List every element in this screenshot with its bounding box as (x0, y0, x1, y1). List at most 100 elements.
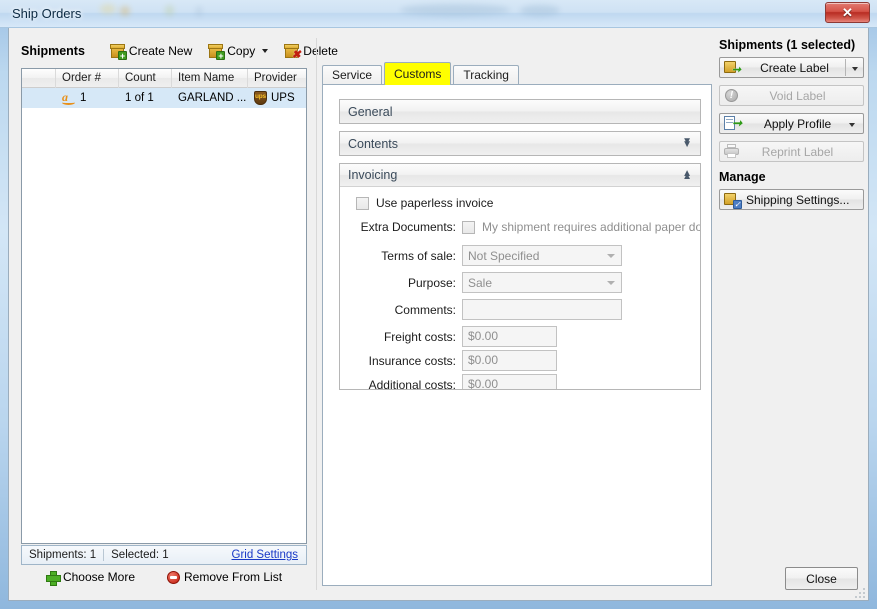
extra-documents-row[interactable]: Extra Documents: My shipment requires ad… (340, 220, 700, 234)
grid-status-bar: Shipments: 1 Selected: 1 Grid Settings (21, 545, 307, 565)
choose-more-button[interactable]: Choose More (41, 568, 140, 586)
glass-reflection (120, 6, 130, 16)
ship-orders-window: Ship Orders ✕ Shipments + Create New + C… (0, 0, 877, 609)
create-label-icon: ➞ (724, 60, 740, 75)
split-divider (845, 59, 846, 76)
chevron-down-icon (607, 281, 615, 285)
ups-icon: ups (254, 91, 267, 105)
shipments-toolbar: Shipments + Create New + Copy ✖ Delete (21, 40, 343, 62)
table-row[interactable]: a 1 1 of 1 GARLAND ... ups UPS (22, 88, 306, 108)
extra-documents-checkbox[interactable] (462, 221, 475, 234)
box-delete-icon: ✖ (284, 44, 299, 58)
tab-service[interactable]: Service (322, 65, 382, 85)
remove-circle-icon (167, 571, 180, 584)
grid-header-spacer (22, 69, 56, 88)
shipments-section-header: Shipments (1 selected) (719, 38, 864, 52)
shipments-count: Shipments: 1 (22, 549, 103, 561)
grid-column-provider[interactable]: Provider (248, 69, 306, 88)
paperless-invoice-checkbox[interactable] (356, 197, 369, 210)
plus-icon (46, 571, 59, 584)
tab-tracking-label: Tracking (463, 68, 509, 82)
apply-profile-button[interactable]: ➞ Apply Profile (719, 113, 864, 134)
grid-action-bar: Choose More Remove From List (21, 568, 307, 586)
void-label-button[interactable]: ! Void Label (719, 85, 864, 106)
terms-of-sale-value: Not Specified (468, 249, 539, 263)
glass-reflection (196, 6, 202, 17)
glass-reflection (520, 5, 560, 16)
comments-row: Comments: (340, 299, 622, 320)
tab-tracking[interactable]: Tracking (453, 65, 519, 85)
section-invoicing[interactable]: Invoicing ▲▲ Use paperless invoice Extra… (339, 163, 701, 390)
create-label-button[interactable]: ➞ Create Label (719, 57, 864, 78)
freight-costs-input[interactable]: $0.00 (462, 326, 557, 347)
additional-costs-input[interactable]: $0.00 (462, 374, 557, 389)
box-copy-icon: + (208, 44, 223, 58)
purpose-row: Purpose: Sale (340, 272, 622, 293)
section-general[interactable]: General (339, 99, 701, 124)
void-label-icon: ! (724, 88, 740, 103)
tab-service-label: Service (332, 68, 372, 82)
apply-profile-text: Apply Profile (740, 117, 863, 131)
customs-tab-page: General Contents ▼▼ Invoicing ▲▲ (322, 84, 712, 586)
section-general-header[interactable]: General (340, 100, 700, 123)
cell-provider: UPS (271, 88, 295, 108)
selected-count: Selected: 1 (104, 549, 176, 561)
shipping-settings-button[interactable]: ✓ Shipping Settings... (719, 189, 864, 210)
right-action-panel: Shipments (1 selected) ➞ Create Label ! … (719, 38, 864, 217)
grid-column-item-name[interactable]: Item Name (172, 69, 248, 88)
choose-more-label: Choose More (63, 570, 135, 584)
reprint-label-button[interactable]: Reprint Label (719, 141, 864, 162)
freight-costs-row: Freight costs: $0.00 (340, 326, 557, 347)
terms-of-sale-select[interactable]: Not Specified (462, 245, 622, 266)
section-contents-header[interactable]: Contents ▼▼ (340, 132, 700, 155)
shipping-settings-icon: ✓ (724, 192, 740, 207)
section-contents[interactable]: Contents ▼▼ (339, 131, 701, 156)
comments-label: Comments: (340, 303, 456, 317)
purpose-select[interactable]: Sale (462, 272, 622, 293)
tab-strip: Service Customs Tracking (322, 63, 521, 85)
create-new-button[interactable]: + Create New (105, 42, 197, 60)
manage-section-header: Manage (719, 170, 864, 184)
terms-of-sale-label: Terms of sale: (340, 249, 456, 263)
title-bar: Ship Orders ✕ (0, 0, 877, 28)
grid-column-count[interactable]: Count (119, 69, 172, 88)
insurance-costs-input[interactable]: $0.00 (462, 350, 557, 371)
grid-column-order[interactable]: Order # (56, 69, 119, 88)
create-new-label: Create New (129, 44, 192, 58)
tab-customs[interactable]: Customs (384, 62, 451, 85)
insurance-costs-row: Insurance costs: $0.00 (340, 350, 557, 371)
chevron-double-down-icon[interactable]: ▼▼ (682, 139, 692, 148)
paperless-invoice-row[interactable]: Use paperless invoice (356, 196, 493, 210)
shipments-grid[interactable]: Order # Count Item Name Provider a 1 1 o… (21, 68, 307, 544)
grid-header-row: Order # Count Item Name Provider (22, 69, 306, 88)
delete-label: Delete (303, 44, 338, 58)
apply-profile-icon: ➞ (724, 116, 740, 131)
section-invoicing-label: Invoicing (348, 168, 397, 182)
grid-settings-link[interactable]: Grid Settings (232, 549, 298, 561)
client-area: Shipments + Create New + Copy ✖ Delete (8, 28, 869, 601)
amazon-icon: a (62, 92, 76, 105)
copy-button[interactable]: + Copy (203, 42, 273, 60)
copy-label: Copy (227, 44, 255, 58)
chevron-down-icon[interactable] (849, 123, 855, 127)
remove-from-list-button[interactable]: Remove From List (162, 568, 287, 586)
section-invoicing-header[interactable]: Invoicing ▲▲ (340, 164, 700, 187)
terms-of-sale-row: Terms of sale: Not Specified (340, 245, 622, 266)
delete-button[interactable]: ✖ Delete (279, 42, 343, 60)
chevron-double-up-icon[interactable]: ▲▲ (682, 171, 692, 180)
pane-divider (316, 38, 317, 590)
chevron-down-icon[interactable] (262, 49, 268, 53)
close-button-label: Close (806, 572, 837, 586)
close-x-icon: ✕ (826, 3, 869, 22)
void-label-text: Void Label (740, 89, 863, 103)
window-close-button[interactable]: ✕ (825, 2, 870, 23)
cell-count: 1 of 1 (119, 88, 172, 108)
glass-reflection (400, 4, 510, 16)
resize-grip[interactable] (853, 586, 865, 598)
chevron-down-icon[interactable] (852, 67, 858, 71)
close-button[interactable]: Close (785, 567, 858, 590)
extra-documents-text: My shipment requires additional paper do… (482, 220, 700, 234)
chevron-down-icon (607, 254, 615, 258)
shipping-settings-text: Shipping Settings... (740, 193, 863, 207)
comments-input[interactable] (462, 299, 622, 320)
